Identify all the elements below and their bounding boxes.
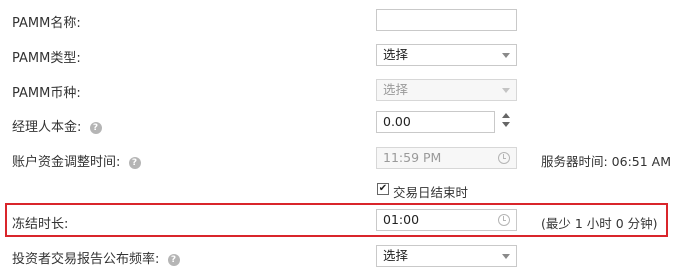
trading-day-end-label: 交易日结束时 — [393, 185, 469, 200]
manager-capital-spinner[interactable] — [500, 113, 512, 127]
adjust-time-value: 11:59 PM — [383, 150, 442, 165]
chevron-down-icon — [502, 53, 510, 58]
freeze-duration-value: 01:00 — [383, 212, 420, 227]
trading-day-end-checkbox[interactable]: ✔ — [377, 183, 389, 195]
adjust-time-label: 账户资金调整时间: ? — [12, 151, 141, 170]
help-icon[interactable]: ? — [128, 156, 141, 169]
increment-arrow-icon[interactable] — [502, 113, 510, 118]
adjust-time-input: 11:59 PM — [376, 147, 517, 169]
help-icon[interactable]: ? — [167, 253, 180, 266]
report-frequency-select[interactable]: 选择 — [376, 245, 517, 267]
decrement-arrow-icon[interactable] — [502, 122, 510, 127]
manager-capital-label-text: 经理人本金: — [12, 120, 82, 135]
report-frequency-label-text: 投资者交易报告公布频率: — [12, 252, 160, 267]
report-frequency-value: 选择 — [383, 248, 409, 263]
clock-icon — [498, 152, 510, 164]
report-frequency-label: 投资者交易报告公布频率: ? — [12, 248, 180, 267]
manager-capital-input[interactable]: 0.00 — [376, 111, 495, 133]
pamm-type-select[interactable]: 选择 — [376, 44, 517, 66]
pamm-currency-value: 选择 — [383, 82, 409, 97]
server-time: 服务器时间: 06:51 AM — [541, 154, 672, 169]
pamm-currency-label: PAMM币种: — [12, 86, 81, 101]
manager-capital-label: 经理人本金: ? — [12, 116, 102, 135]
chevron-down-icon — [502, 254, 510, 259]
freeze-duration-hint: (最少 1 小时 0 分钟) — [541, 216, 658, 231]
clock-icon[interactable] — [498, 214, 510, 226]
adjust-time-label-text: 账户资金调整时间: — [12, 155, 121, 170]
pamm-type-value: 选择 — [383, 47, 409, 62]
pamm-type-label: PAMM类型: — [12, 51, 81, 66]
pamm-name-input[interactable] — [376, 9, 517, 31]
freeze-duration-input[interactable]: 01:00 — [376, 209, 517, 231]
chevron-down-icon — [502, 88, 510, 93]
pamm-currency-select: 选择 — [376, 79, 517, 101]
help-icon[interactable]: ? — [89, 121, 102, 134]
pamm-name-label: PAMM名称: — [12, 16, 81, 31]
freeze-duration-label: 冻结时长: — [12, 217, 69, 232]
